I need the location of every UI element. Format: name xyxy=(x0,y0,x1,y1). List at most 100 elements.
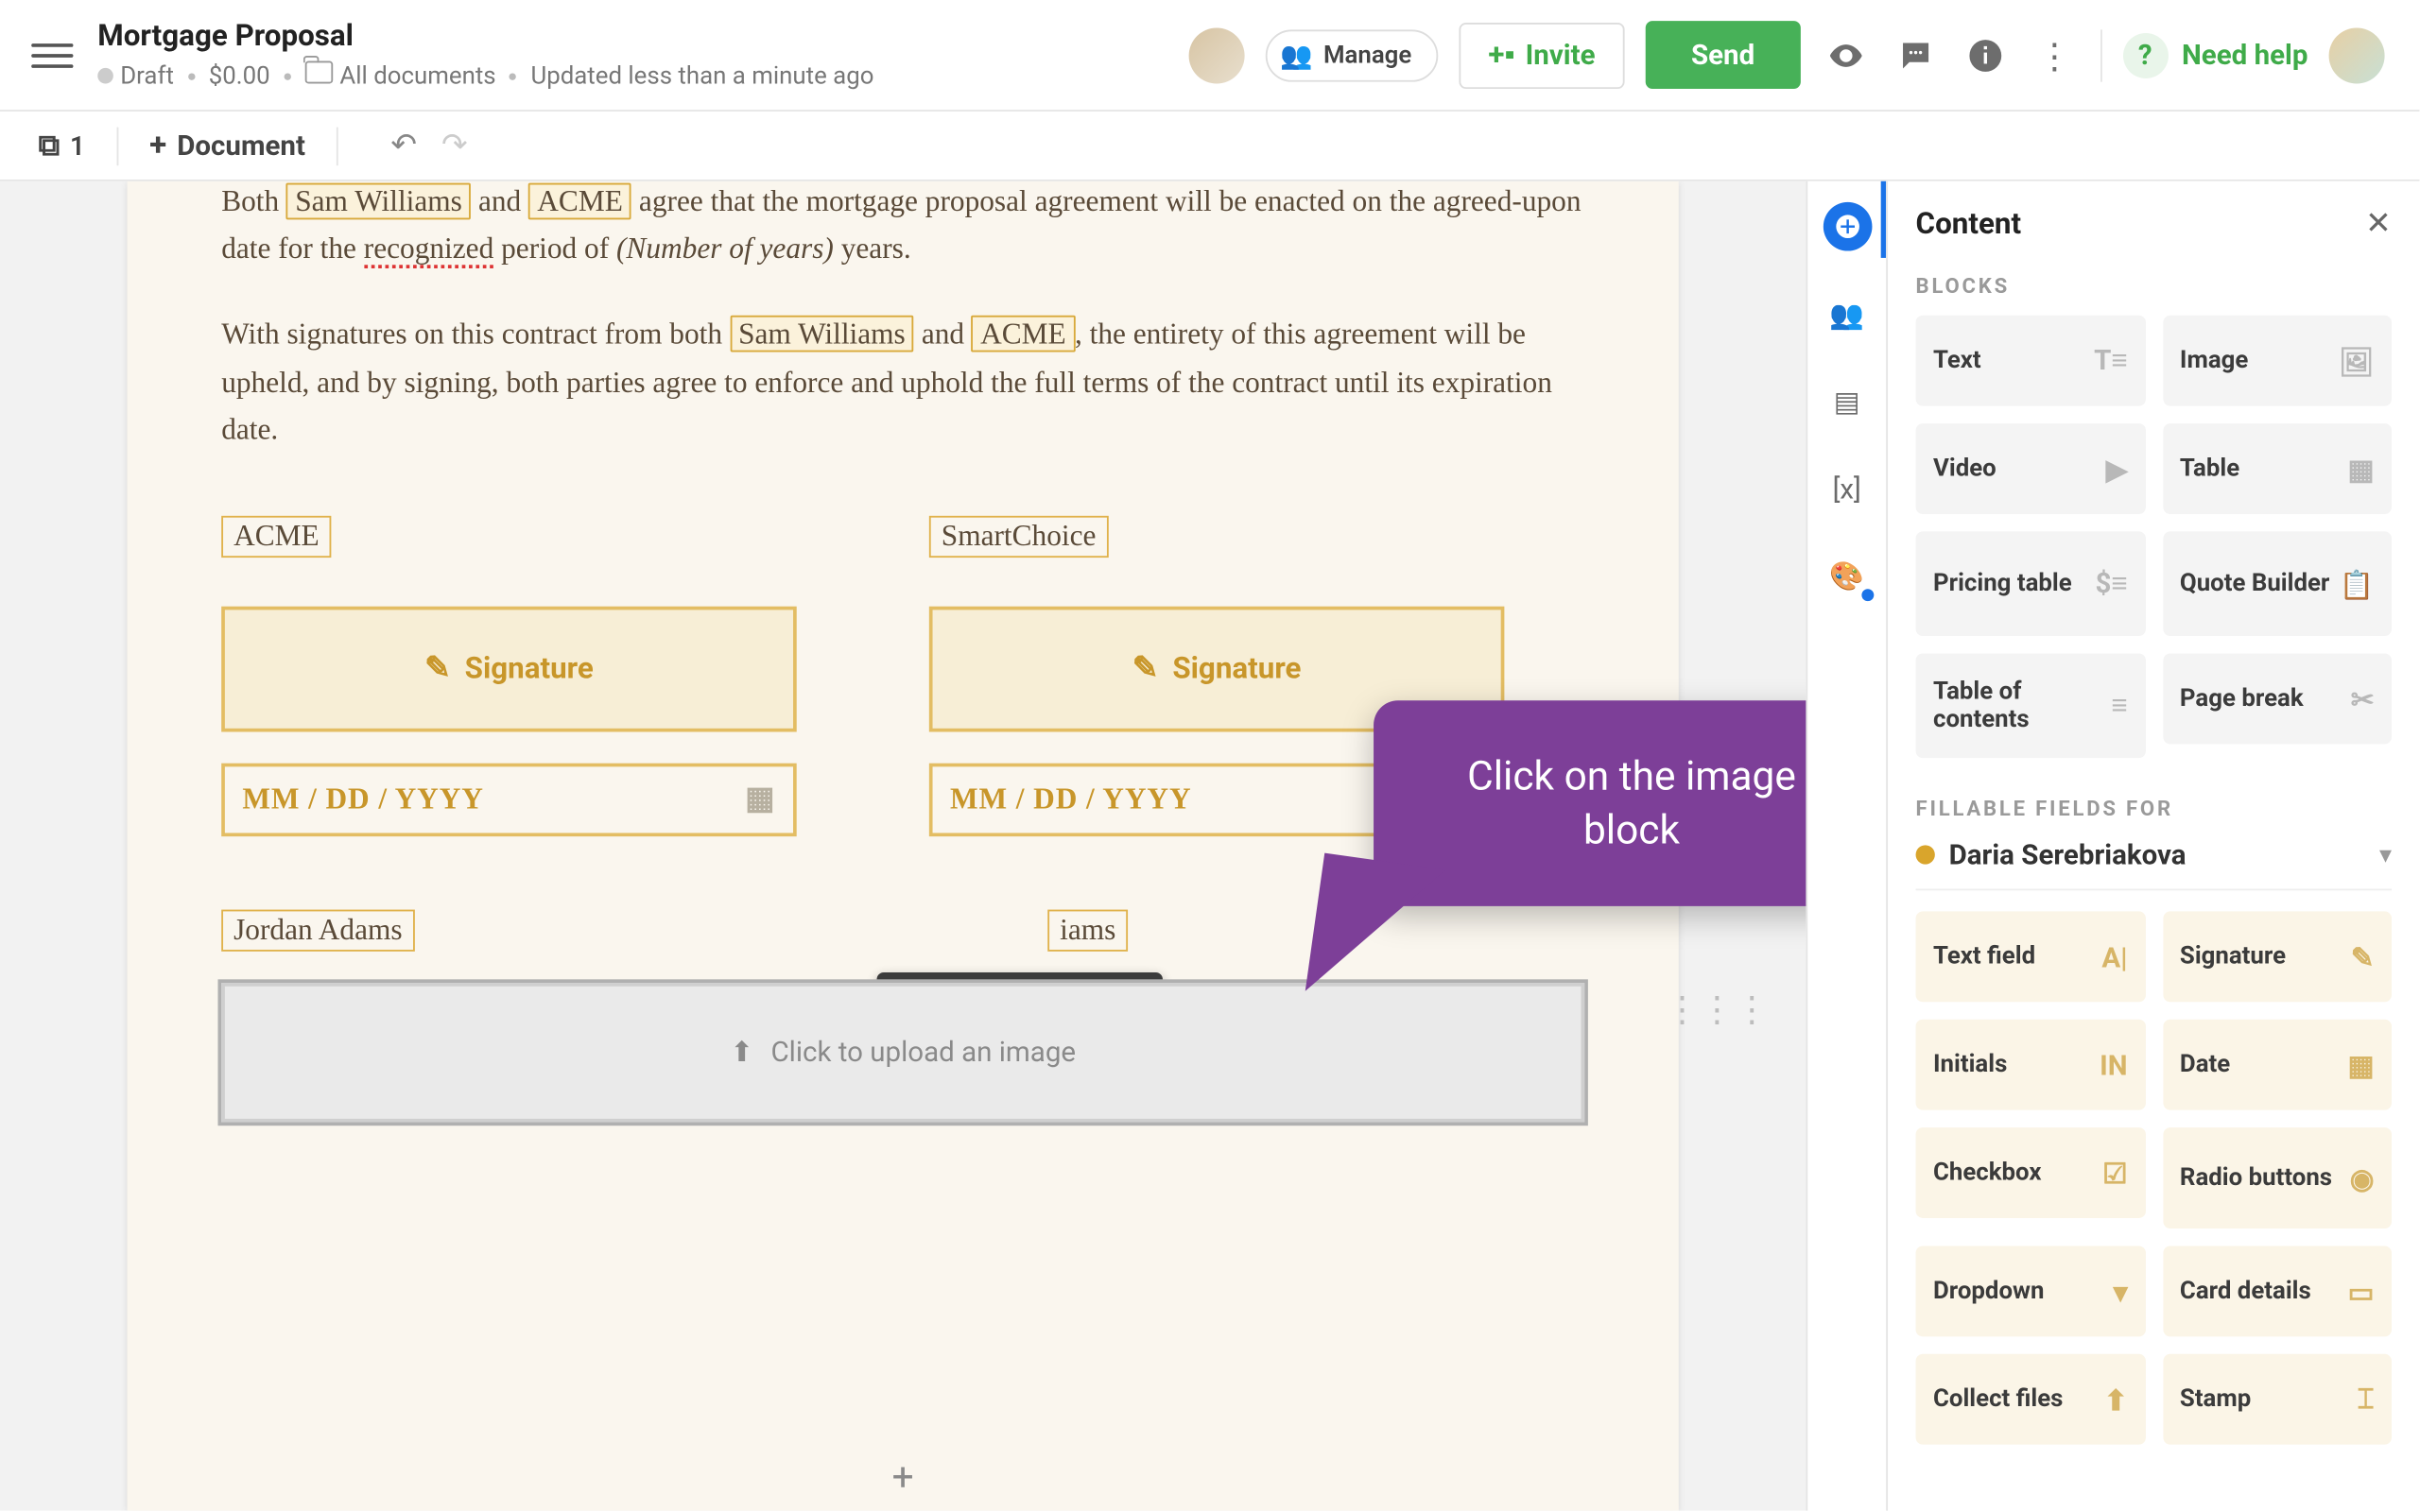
text-field-icon: A| xyxy=(2101,940,2127,973)
table-icon: ▦ xyxy=(2348,453,2375,486)
separator-dot xyxy=(188,73,195,79)
user-avatar[interactable] xyxy=(2329,27,2385,83)
paragraph[interactable]: Both Sam Williams and ACME agree that th… xyxy=(221,181,1584,273)
signature-icon: ✎ xyxy=(2351,940,2375,973)
field-card-details[interactable]: Card details▭ xyxy=(2162,1246,2391,1336)
pen-icon: ✎ xyxy=(1132,651,1159,688)
field-collect-files[interactable]: Collect files⬆ xyxy=(1916,1354,2145,1445)
variables-tab-icon[interactable]: [x] xyxy=(1823,464,1872,513)
people-icon: 👥 xyxy=(1280,39,1312,70)
dropdown-icon: ▾ xyxy=(2114,1275,2128,1308)
invite-label: Invite xyxy=(1526,39,1596,72)
assignee-color-dot xyxy=(1916,845,1935,864)
preview-eye-icon[interactable] xyxy=(1821,30,1870,79)
field-stamp[interactable]: Stamp⌶ xyxy=(2162,1354,2391,1445)
text-icon: T≡ xyxy=(2094,343,2127,378)
block-page-break[interactable]: Page break✂ xyxy=(2162,654,2391,745)
field-radio[interactable]: Radio buttons◉ xyxy=(2162,1127,2391,1228)
close-icon[interactable]: ✕ xyxy=(2365,206,2392,243)
separator-dot xyxy=(510,73,516,79)
send-button[interactable]: Send xyxy=(1646,21,1800,89)
field-text[interactable]: Text fieldA| xyxy=(1916,911,2145,1002)
token-client[interactable]: Sam Williams xyxy=(730,316,914,352)
info-icon[interactable] xyxy=(1961,30,2010,79)
help-icon: ? xyxy=(2122,32,2168,77)
block-image[interactable]: Image🖼 xyxy=(2162,316,2391,406)
field-initials[interactable]: InitialsIN xyxy=(1916,1020,2145,1110)
assignee-selector[interactable]: Daria Serebriakova ▾ xyxy=(1916,838,2392,890)
image-block-placeholder[interactable]: ⬆ Click to upload an image xyxy=(221,983,1584,1123)
field-dropdown[interactable]: Dropdown▾ xyxy=(1916,1246,2145,1336)
separator xyxy=(337,127,338,165)
radio-icon: ◉ xyxy=(2350,1161,2375,1194)
undo-icon[interactable]: ↶ xyxy=(390,128,417,164)
content-panel: Content ✕ BLOCKS TextT≡ Image🖼 Video▶ Ta… xyxy=(1886,181,2419,1511)
canvas-area[interactable]: Both Sam Williams and ACME agree that th… xyxy=(0,181,1806,1511)
stamp-icon: ⌶ xyxy=(2358,1382,2375,1417)
add-block-plus-icon[interactable]: + xyxy=(892,1457,914,1501)
placeholder-italic: (Number of years) xyxy=(616,232,834,266)
separator-dot xyxy=(284,73,290,79)
party-token[interactable]: ACME xyxy=(221,516,331,558)
more-menu-icon[interactable]: ⋮ xyxy=(2031,30,2080,79)
top-right: 👥 Manage +▪ Invite Send ⋮ ? Need help xyxy=(1188,21,2385,89)
manage-button[interactable]: 👥 Manage xyxy=(1265,28,1438,80)
layout-tab-icon[interactable]: ▤ xyxy=(1823,376,1872,425)
hamburger-icon[interactable] xyxy=(31,34,73,76)
design-tab-icon[interactable]: 🎨 xyxy=(1823,551,1872,600)
comments-icon[interactable] xyxy=(1891,30,1940,79)
help-link[interactable]: ? Need help xyxy=(2122,32,2308,77)
block-text[interactable]: TextT≡ xyxy=(1916,316,2145,406)
name-token[interactable]: iams xyxy=(1047,909,1128,951)
block-quote-builder[interactable]: Quote Builder📋 xyxy=(2162,531,2391,636)
toc-icon: ≡ xyxy=(2111,688,2127,723)
block-table[interactable]: Table▦ xyxy=(2162,423,2391,514)
folder-icon xyxy=(305,61,334,84)
scissors-icon: ✂ xyxy=(2351,682,2375,715)
clipboard-icon: 📋 xyxy=(2340,567,2375,600)
blocks-section-label: BLOCKS xyxy=(1916,274,2392,299)
field-checkbox[interactable]: Checkbox☑ xyxy=(1916,1127,2145,1218)
signature-field[interactable]: ✎ Signature xyxy=(221,607,797,732)
token-client[interactable]: Sam Williams xyxy=(286,183,471,220)
block-toc[interactable]: Table of contents≡ xyxy=(1916,654,2145,759)
status-text: Draft xyxy=(97,61,174,90)
block-video[interactable]: Video▶ xyxy=(1916,423,2145,514)
drag-handle-icon[interactable]: ⋮⋮⋮ xyxy=(1698,989,1737,1028)
field-signature[interactable]: Signature✎ xyxy=(2162,911,2391,1002)
spellcheck-word[interactable]: recognized xyxy=(364,232,494,269)
document-title[interactable]: Mortgage Proposal xyxy=(97,19,873,54)
upload-label: Click to upload an image xyxy=(770,1036,1076,1069)
top-bar: Mortgage Proposal Draft $0.00 All docume… xyxy=(0,0,2419,112)
price-text: $0.00 xyxy=(209,61,270,90)
undo-redo-group: ↶ ↷ xyxy=(390,128,467,164)
field-date[interactable]: Date▦ xyxy=(2162,1020,2391,1110)
updated-text: Updated less than a minute ago xyxy=(530,61,873,90)
redo-icon[interactable]: ↷ xyxy=(441,128,468,164)
recipients-tab-icon[interactable]: 👥 xyxy=(1823,289,1872,338)
token-company[interactable]: ACME xyxy=(972,316,1075,352)
name-token[interactable]: Jordan Adams xyxy=(221,909,414,951)
party-token[interactable]: SmartChoice xyxy=(929,516,1108,558)
manage-label: Manage xyxy=(1323,41,1411,69)
checkbox-icon: ☑ xyxy=(2102,1156,2127,1189)
blocks-grid: TextT≡ Image🖼 Video▶ Table▦ Pricing tabl… xyxy=(1916,316,2392,758)
folder-link[interactable]: All documents xyxy=(305,61,496,91)
pages-icon: ⧉ xyxy=(39,129,60,163)
paragraph[interactable]: With signatures on this contract from bo… xyxy=(221,311,1584,453)
token-company[interactable]: ACME xyxy=(528,183,631,220)
block-pricing-table[interactable]: Pricing table$≡ xyxy=(1916,531,2145,636)
invite-button[interactable]: +▪ Invite xyxy=(1459,22,1625,88)
date-field[interactable]: MM / DD / YYYY ▦ xyxy=(221,764,797,836)
right-rail: 👥 ▤ [x] 🎨 xyxy=(1806,181,1886,1511)
pages-indicator[interactable]: ⧉ 1 xyxy=(39,129,85,163)
title-column: Mortgage Proposal Draft $0.00 All docume… xyxy=(97,19,873,91)
add-document-button[interactable]: + Document xyxy=(149,128,305,164)
content-tab-icon[interactable] xyxy=(1823,202,1872,251)
panel-title: Content xyxy=(1916,207,2022,242)
page-count: 1 xyxy=(70,129,85,161)
card-icon: ▭ xyxy=(2348,1275,2375,1308)
recipient-avatar[interactable] xyxy=(1188,27,1244,83)
video-icon: ▶ xyxy=(2106,453,2128,486)
main-area: Both Sam Williams and ACME agree that th… xyxy=(0,181,2419,1511)
